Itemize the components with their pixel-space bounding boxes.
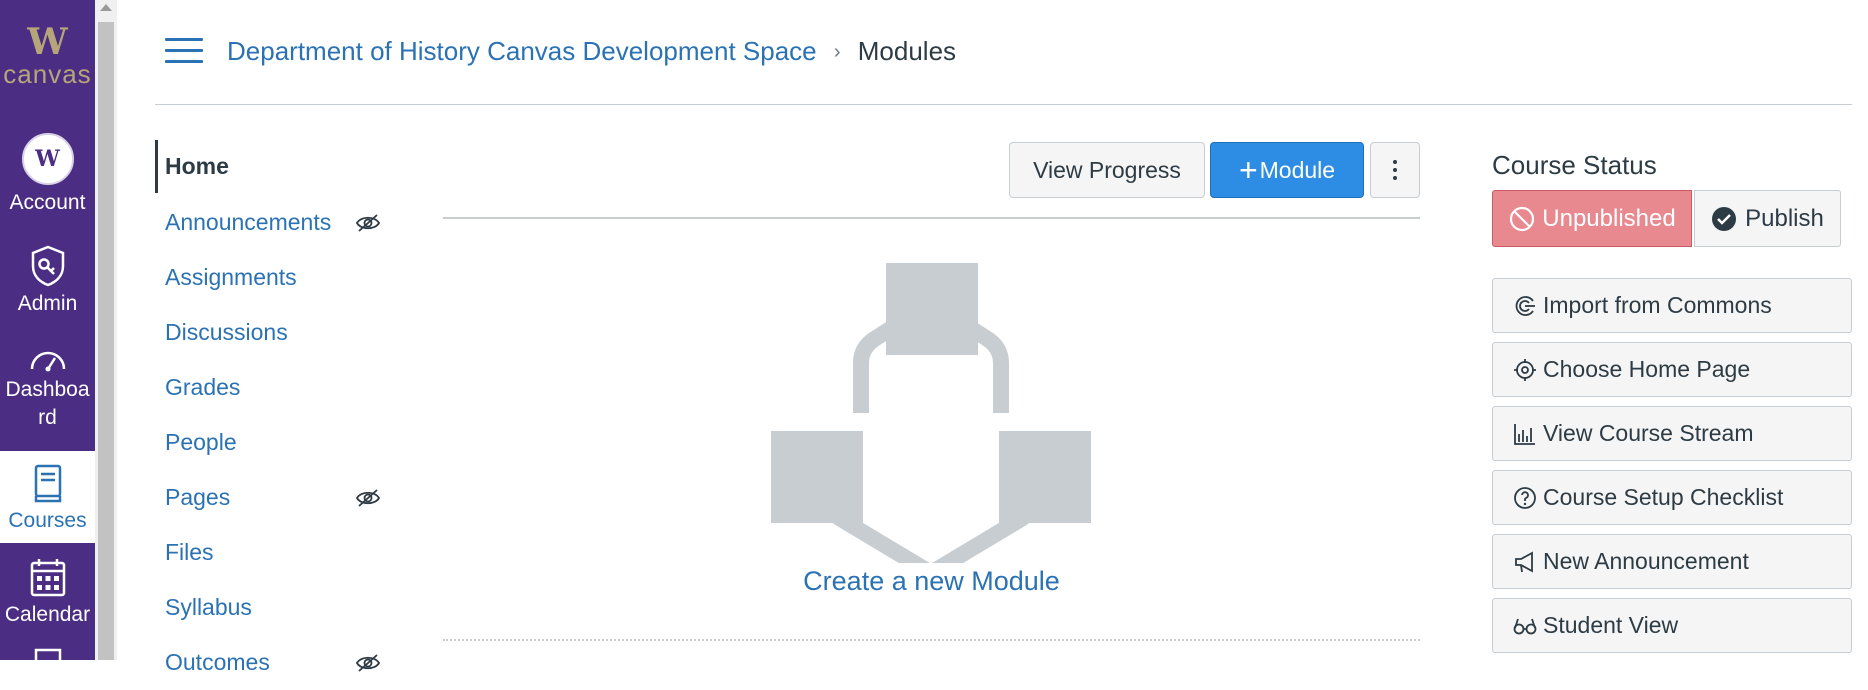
course-nav-announcements-label[interactable]: Announcements bbox=[165, 209, 331, 235]
course-nav-syllabus-label[interactable]: Syllabus bbox=[165, 594, 252, 620]
course-nav-assignments-label[interactable]: Assignments bbox=[165, 264, 297, 290]
course-nav-assignments[interactable]: Assignments bbox=[155, 250, 395, 305]
global-nav-courses[interactable]: Courses bbox=[0, 451, 95, 543]
check-circle-icon bbox=[1712, 206, 1737, 231]
vertical-scrollbar[interactable] bbox=[95, 0, 117, 660]
course-status-heading: Course Status bbox=[1492, 150, 1657, 180]
modules-placeholder-icon bbox=[771, 263, 1091, 563]
create-module-link[interactable]: Create a new Module bbox=[443, 566, 1420, 597]
view-course-stream-button[interactable]: View Course Stream bbox=[1492, 406, 1852, 461]
more-options-button[interactable] bbox=[1370, 142, 1420, 198]
course-nav-home[interactable]: Home bbox=[155, 140, 395, 193]
course-navigation: Home Announcements Assignments Discussio… bbox=[155, 140, 395, 690]
student-view-button[interactable]: Student View bbox=[1492, 598, 1852, 653]
dashboard-gauge-icon bbox=[30, 351, 65, 372]
page-header: Department of History Canvas Development… bbox=[155, 0, 1852, 105]
add-module-label: Module bbox=[1259, 156, 1336, 183]
choose-home-page-label: Choose Home Page bbox=[1543, 356, 1751, 382]
breadcrumb: Department of History Canvas Development… bbox=[227, 33, 956, 72]
course-nav-files-label[interactable]: Files bbox=[165, 539, 214, 565]
course-nav-people-label[interactable]: People bbox=[165, 429, 237, 455]
inbox-icon bbox=[34, 648, 61, 666]
modules-toolbar: View Progress + Module bbox=[443, 140, 1420, 219]
new-announcement-label: New Announcement bbox=[1543, 548, 1749, 574]
hidden-eye-icon bbox=[355, 214, 381, 232]
breadcrumb-current: Modules bbox=[857, 36, 957, 66]
course-nav-outcomes-label[interactable]: Outcomes bbox=[165, 649, 270, 675]
breadcrumb-separator-icon: › bbox=[833, 41, 841, 63]
kebab-menu-icon bbox=[1393, 160, 1397, 180]
global-nav-account[interactable]: W Account bbox=[0, 133, 95, 217]
course-nav-pages[interactable]: Pages bbox=[155, 470, 395, 525]
modules-empty-state: Create a new Module bbox=[443, 219, 1420, 641]
calendar-icon bbox=[30, 559, 65, 597]
hidden-eye-icon bbox=[355, 489, 381, 507]
global-nav-admin[interactable]: Admin bbox=[0, 244, 95, 318]
breadcrumb-course-link[interactable]: Department of History Canvas Development… bbox=[227, 36, 817, 66]
publish-button[interactable]: Publish bbox=[1694, 190, 1841, 247]
hamburger-menu-icon[interactable] bbox=[165, 38, 203, 66]
question-circle-icon bbox=[1514, 486, 1536, 509]
course-nav-announcements[interactable]: Announcements bbox=[155, 195, 395, 250]
import-from-commons-label: Import from Commons bbox=[1543, 292, 1772, 318]
view-course-stream-label: View Course Stream bbox=[1543, 420, 1754, 446]
course-nav-discussions-label[interactable]: Discussions bbox=[165, 319, 288, 345]
global-nav-inbox-partial[interactable] bbox=[0, 646, 95, 668]
course-nav-grades-label[interactable]: Grades bbox=[165, 374, 240, 400]
admin-shield-icon bbox=[31, 245, 64, 287]
global-nav-calendar[interactable]: Calendar bbox=[0, 557, 95, 629]
course-nav-files[interactable]: Files bbox=[155, 525, 395, 580]
scrollbar-thumb[interactable] bbox=[98, 22, 114, 660]
choose-home-page-button[interactable]: Choose Home Page bbox=[1492, 342, 1852, 397]
course-nav-pages-label[interactable]: Pages bbox=[165, 484, 230, 510]
course-nav-syllabus[interactable]: Syllabus bbox=[155, 580, 395, 635]
global-nav-dashboard-label: Dashboa rd bbox=[5, 378, 90, 429]
course-setup-checklist-label: Course Setup Checklist bbox=[1543, 484, 1784, 510]
course-sidebar: Course Status Unpublished Publish Import… bbox=[1492, 140, 1852, 653]
global-navigation: W canvas W Account Admin Dashboa rd Cour… bbox=[0, 0, 95, 666]
unpublished-label: Unpublished bbox=[1542, 204, 1676, 232]
global-nav-calendar-label: Calendar bbox=[4, 603, 91, 626]
unpublished-slash-icon bbox=[1510, 206, 1535, 231]
global-nav-account-label: Account bbox=[9, 191, 86, 214]
course-nav-outcomes[interactable]: Outcomes bbox=[155, 635, 395, 690]
target-icon bbox=[1514, 358, 1536, 381]
stream-chart-icon bbox=[1514, 423, 1535, 445]
course-nav-grades[interactable]: Grades bbox=[155, 360, 395, 415]
logo-text: canvas bbox=[3, 59, 92, 89]
commons-icon bbox=[1515, 295, 1535, 316]
global-nav-courses-label: Courses bbox=[8, 509, 87, 532]
hidden-eye-icon bbox=[355, 654, 381, 672]
canvas-logo[interactable]: W canvas bbox=[0, 0, 95, 110]
add-module-button[interactable]: + Module bbox=[1210, 142, 1364, 198]
new-announcement-button[interactable]: New Announcement bbox=[1492, 534, 1852, 589]
course-nav-people[interactable]: People bbox=[155, 415, 395, 470]
megaphone-icon bbox=[1515, 550, 1533, 573]
course-nav-discussions[interactable]: Discussions bbox=[155, 305, 395, 360]
global-nav-admin-label: Admin bbox=[17, 292, 78, 315]
view-progress-button[interactable]: View Progress bbox=[1009, 142, 1205, 198]
course-setup-checklist-button[interactable]: Course Setup Checklist bbox=[1492, 470, 1852, 525]
glasses-icon bbox=[1513, 618, 1537, 634]
logo-letter: W bbox=[27, 21, 68, 63]
publish-label: Publish bbox=[1745, 204, 1824, 232]
import-from-commons-button[interactable]: Import from Commons bbox=[1492, 278, 1852, 333]
unpublished-button[interactable]: Unpublished bbox=[1492, 190, 1692, 247]
account-avatar: W bbox=[21, 133, 74, 185]
scroll-up-arrow-icon[interactable] bbox=[100, 4, 112, 11]
student-view-label: Student View bbox=[1543, 612, 1679, 638]
global-nav-dashboard[interactable]: Dashboa rd bbox=[0, 344, 95, 432]
plus-icon: + bbox=[1238, 152, 1258, 188]
courses-book-icon bbox=[34, 464, 61, 503]
